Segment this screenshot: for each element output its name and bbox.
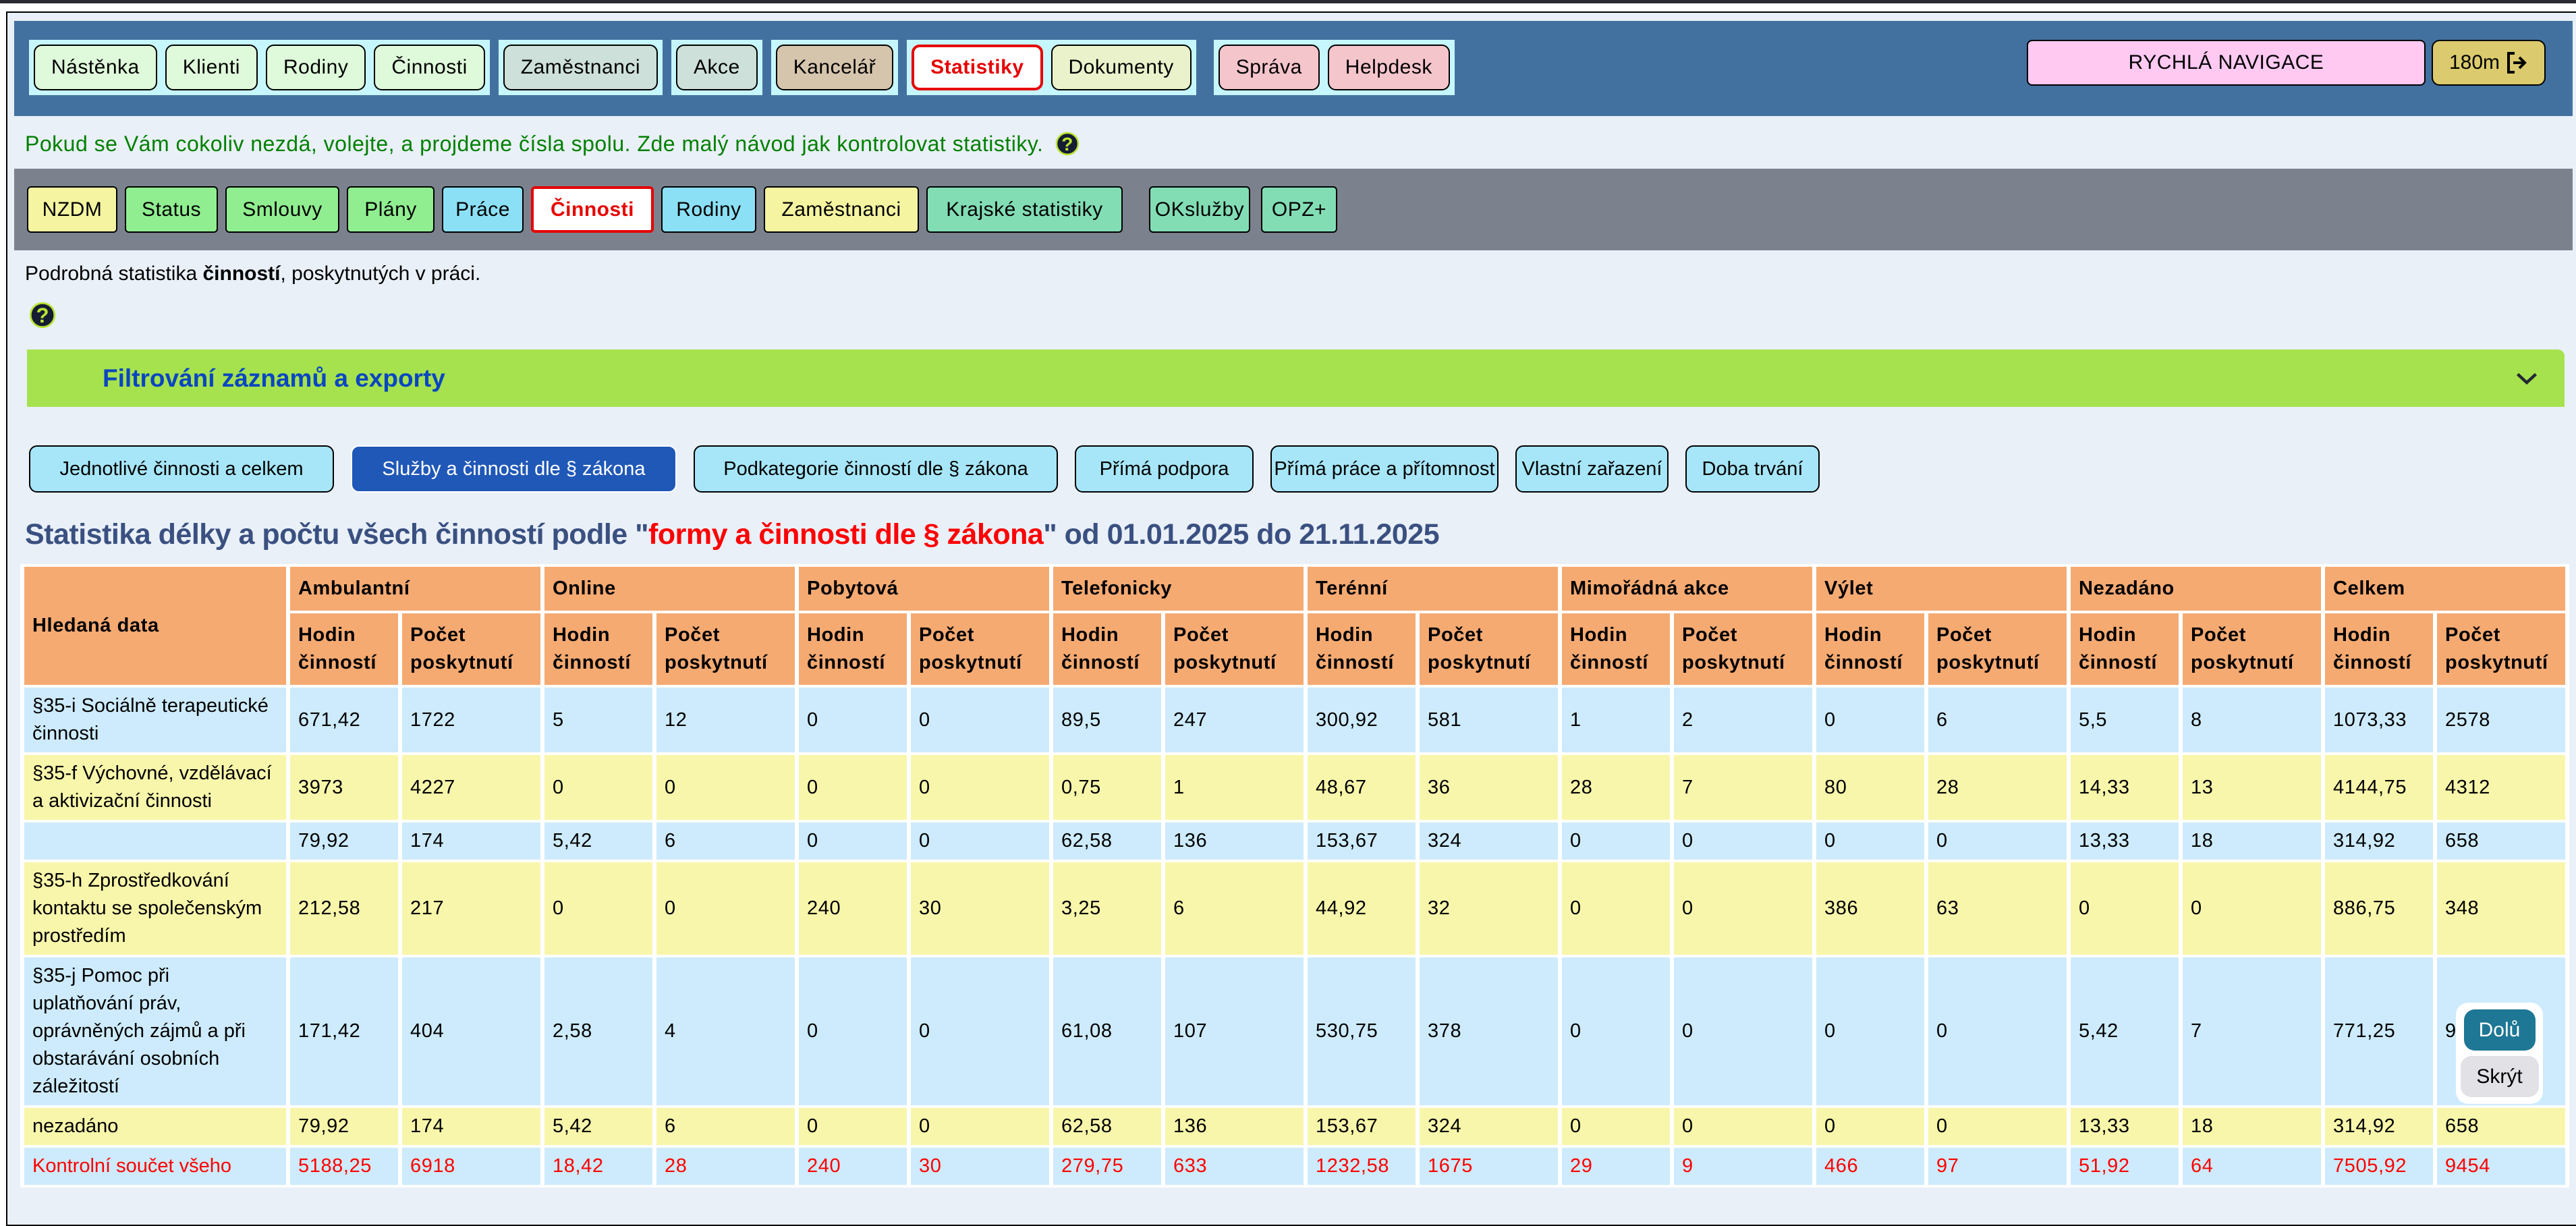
svg-text:?: ?: [1062, 134, 1074, 155]
svg-text:?: ?: [36, 304, 49, 327]
